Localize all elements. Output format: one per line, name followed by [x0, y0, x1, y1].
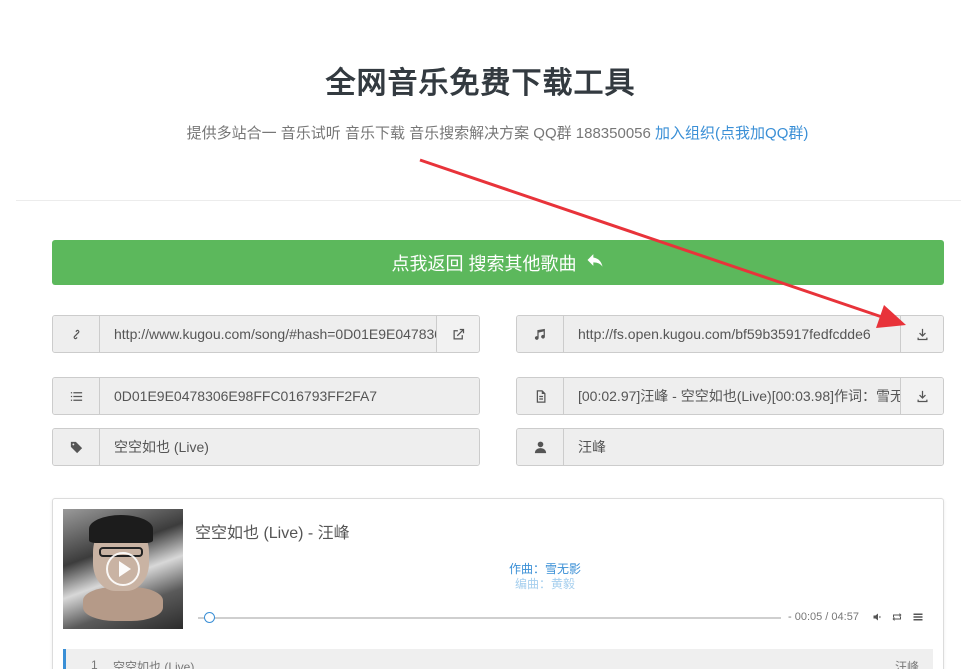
play-icon[interactable]: [106, 552, 140, 586]
divider: [16, 200, 961, 201]
page-url-input[interactable]: http://www.kugou.com/song/#hash=0D01E9E0…: [100, 316, 436, 352]
download-icon: [917, 390, 927, 402]
page-title: 全网音乐免费下载工具: [325, 67, 636, 100]
subtitle-text: 提供多站合一 音乐试听 音乐下载 音乐搜索解决方案 QQ群 188350056: [186, 125, 651, 142]
progress-bar[interactable]: [198, 612, 781, 623]
time-display: - 00:05 / 04:57: [788, 611, 859, 623]
link-icon: [53, 316, 100, 352]
player-song-title: 空空如也 (Live) - 汪峰: [195, 525, 350, 542]
back-search-button[interactable]: 点我返回 搜索其他歌曲: [52, 240, 944, 285]
music-url-input[interactable]: http://fs.open.kugou.com/bf59b35917fedfc…: [564, 316, 900, 352]
music-url-field: http://fs.open.kugou.com/bf59b35917fedfc…: [516, 315, 944, 353]
playlist-item[interactable]: 1 空空如也 (Live) 汪峰: [63, 649, 933, 669]
lyrics-field: [00:02.97]汪峰 - 空空如也(Live)[00:03.98]作词：雪无…: [516, 377, 944, 415]
download-lyrics-button[interactable]: [900, 378, 943, 414]
join-group-link[interactable]: 加入组织(点我加QQ群): [655, 125, 808, 142]
page-url-field: http://www.kugou.com/song/#hash=0D01E9E0…: [52, 315, 480, 353]
playlist-item-number: 1: [91, 658, 98, 669]
song-name-input[interactable]: 空空如也 (Live): [100, 429, 479, 465]
song-name-field: 空空如也 (Live): [52, 428, 480, 466]
download-music-button[interactable]: [900, 316, 943, 352]
artist-input[interactable]: 汪峰: [564, 429, 943, 465]
page-subtitle: 提供多站合一 音乐试听 音乐下载 音乐搜索解决方案 QQ群 188350056 …: [0, 122, 961, 143]
reply-icon: [585, 250, 605, 275]
menu-icon[interactable]: [911, 611, 925, 623]
music-icon: [517, 316, 564, 352]
playlist-item-artist: 汪峰: [894, 660, 919, 669]
music-player: 空空如也 (Live) - 汪峰 作曲：雪无影 编曲：黄毅 - 00:05 / …: [52, 498, 944, 669]
artist-field: 汪峰: [516, 428, 944, 466]
open-link-button[interactable]: [436, 316, 479, 352]
hash-field: 0D01E9E0478306E98FFC016793FF2FA7: [52, 377, 480, 415]
progress-knob[interactable]: [203, 612, 215, 623]
list-icon: [53, 378, 100, 414]
loop-icon[interactable]: [890, 611, 904, 623]
user-icon: [517, 429, 564, 465]
file-text-icon: [517, 378, 564, 414]
tag-icon: [53, 429, 100, 465]
playlist-item-name: 空空如也 (Live): [113, 660, 195, 669]
back-search-label: 点我返回 搜索其他歌曲: [391, 253, 577, 274]
album-cover[interactable]: [63, 509, 183, 629]
volume-icon[interactable]: [871, 611, 885, 623]
lyric-next-line: 编曲：黄毅: [514, 577, 575, 591]
download-icon: [917, 328, 927, 340]
hash-input[interactable]: 0D01E9E0478306E98FFC016793FF2FA7: [100, 378, 479, 414]
external-link-icon: [453, 328, 464, 339]
lyrics-input[interactable]: [00:02.97]汪峰 - 空空如也(Live)[00:03.98]作词：雪无…: [564, 378, 900, 414]
